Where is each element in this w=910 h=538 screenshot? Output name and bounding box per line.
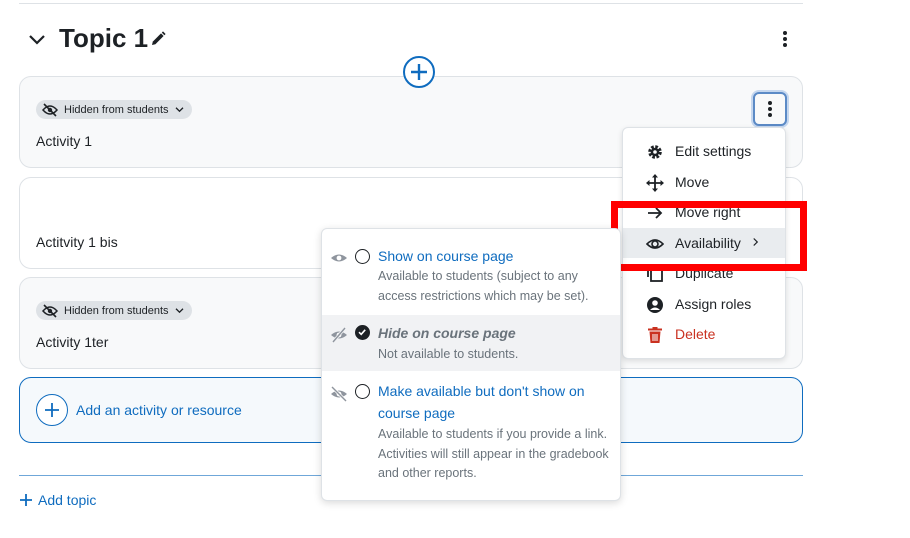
activity-name[interactable]: Actitvity 1 bis xyxy=(36,234,118,250)
plus-icon xyxy=(411,64,427,80)
top-divider xyxy=(19,3,803,4)
badge-label: Hidden from students xyxy=(64,304,169,317)
menu-item-availability[interactable]: Availability xyxy=(623,228,785,258)
option-stealth[interactable]: Make available but don't show on course … xyxy=(322,377,620,493)
menu-item-duplicate[interactable]: Duplicate xyxy=(623,258,785,288)
chevron-down-icon xyxy=(175,107,184,113)
eye-icon xyxy=(646,239,664,249)
option-show-on-course-page[interactable]: Show on course page Available to student… xyxy=(322,239,620,313)
chevron-down-icon xyxy=(175,308,184,314)
gear-icon xyxy=(648,145,662,159)
plus-circle-icon xyxy=(36,394,68,426)
duplicate-icon xyxy=(647,266,663,282)
section-kebab-icon[interactable] xyxy=(775,28,795,50)
menu-item-move[interactable]: Move xyxy=(623,167,785,197)
add-content-button[interactable] xyxy=(403,56,435,88)
hidden-from-students-badge[interactable]: Hidden from students xyxy=(36,301,192,320)
move-arrows-icon xyxy=(646,174,664,192)
section-title: Topic 1 xyxy=(59,23,149,53)
chevron-right-icon xyxy=(753,238,759,246)
kebab-icon xyxy=(768,101,772,117)
activity-name[interactable]: Activity 1 xyxy=(36,133,92,149)
user-circle-icon xyxy=(647,297,663,313)
chevron-down-icon[interactable] xyxy=(27,30,47,50)
radio-hide[interactable] xyxy=(355,325,370,340)
add-activity-label: Add an activity or resource xyxy=(76,402,242,418)
section-header: Topic 1 xyxy=(19,20,803,60)
menu-item-assign-roles[interactable]: Assign roles xyxy=(623,289,785,319)
stealth-icon xyxy=(330,385,348,403)
arrow-right-icon xyxy=(648,207,663,219)
add-topic-link[interactable]: Add topic xyxy=(20,492,96,508)
option-hide-on-course-page[interactable]: Hide on course page Not available to stu… xyxy=(322,315,620,371)
add-topic-label: Add topic xyxy=(38,492,97,508)
menu-item-edit-settings[interactable]: Edit settings xyxy=(623,136,785,166)
radio-show[interactable] xyxy=(355,249,370,264)
activity-name[interactable]: Activity 1ter xyxy=(36,334,108,350)
activity-action-menu: Edit settings Move Move right Availabili… xyxy=(622,127,786,359)
eye-slash-icon xyxy=(42,102,58,117)
menu-item-move-right[interactable]: Move right xyxy=(623,197,785,227)
pencil-icon[interactable] xyxy=(149,30,167,48)
menu-item-delete[interactable]: Delete xyxy=(623,319,785,349)
eye-icon xyxy=(331,254,347,262)
trash-icon xyxy=(648,327,662,343)
eye-slash-icon xyxy=(331,327,347,343)
plus-icon xyxy=(20,494,32,506)
radio-stealth[interactable] xyxy=(355,384,370,399)
availability-submenu: Show on course page Available to student… xyxy=(321,228,621,501)
eye-slash-icon xyxy=(42,303,58,318)
badge-label: Hidden from students xyxy=(64,103,169,116)
activity-actions-button[interactable] xyxy=(753,92,787,126)
hidden-from-students-badge[interactable]: Hidden from students xyxy=(36,100,192,119)
